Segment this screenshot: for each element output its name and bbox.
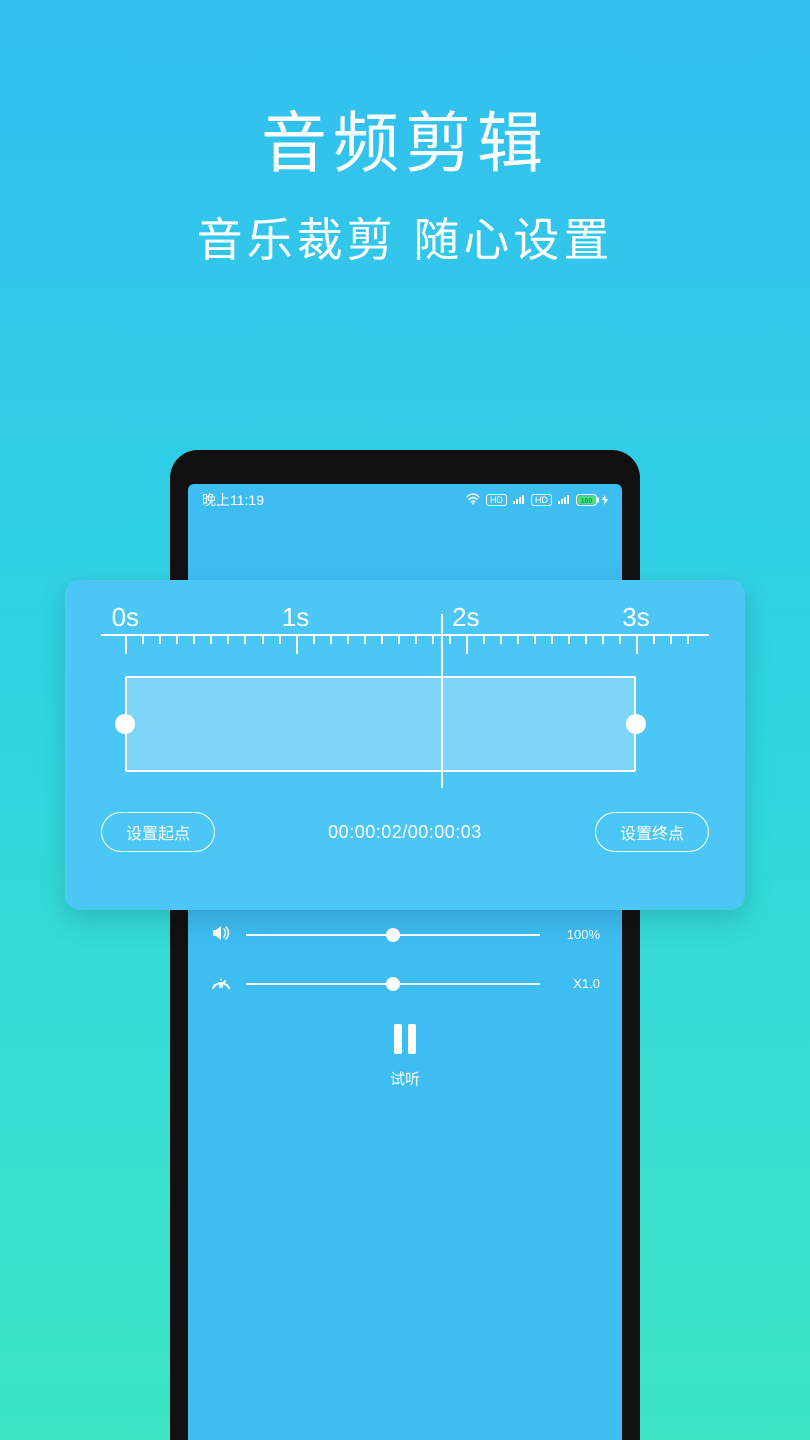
speed-value: X1.0 <box>554 976 600 991</box>
ruler <box>101 634 709 660</box>
wifi-icon <box>466 493 480 508</box>
volume-knob[interactable] <box>386 928 400 942</box>
hd-badge-icon: HD <box>486 494 507 506</box>
speed-icon <box>210 973 232 994</box>
volume-value: 100% <box>554 927 600 942</box>
selection-area[interactable] <box>101 676 709 772</box>
pause-icon[interactable] <box>210 1022 600 1062</box>
ruler-label: 2s <box>452 602 479 633</box>
status-bar: 晚上11:19 HD HD 100 <box>188 484 622 514</box>
volume-track[interactable] <box>246 934 540 936</box>
hero-title: 音频剪辑 <box>0 90 810 186</box>
status-icons: HD HD 100 <box>466 493 608 508</box>
signal-icon <box>513 494 525 507</box>
signal-2-icon <box>558 494 570 507</box>
set-end-button[interactable]: 设置终点 <box>595 812 709 852</box>
volume-icon <box>210 924 232 945</box>
status-time: 晚上11:19 <box>202 490 264 510</box>
svg-text:100: 100 <box>581 498 593 505</box>
ruler-labels: 0s 1s 2s 3s <box>101 602 709 632</box>
ruler-label: 0s <box>112 602 139 633</box>
battery-icon: 100 <box>576 494 608 506</box>
editor-card: 0s 1s 2s 3s 设置起点 00:00:02/00:00:03 设置终点 <box>65 580 745 910</box>
hd-badge-2-icon: HD <box>531 494 552 506</box>
volume-slider[interactable]: 100% <box>210 924 600 945</box>
speed-knob[interactable] <box>386 977 400 991</box>
time-readout: 00:00:02/00:00:03 <box>328 822 482 843</box>
speed-slider[interactable]: X1.0 <box>210 973 600 994</box>
selection-box[interactable] <box>125 676 636 772</box>
editor-controls: 设置起点 00:00:02/00:00:03 设置终点 <box>101 812 709 852</box>
playhead[interactable] <box>441 614 443 788</box>
ruler-label: 1s <box>282 602 309 633</box>
slider-panel: 100% X1.0 试听 <box>188 924 622 1089</box>
selection-end-handle[interactable] <box>626 714 646 734</box>
play-label: 试听 <box>210 1068 600 1089</box>
speed-track[interactable] <box>246 983 540 985</box>
selection-start-handle[interactable] <box>115 714 135 734</box>
hero-subtitle: 音乐裁剪 随心设置 <box>0 204 810 270</box>
play-area: 试听 <box>210 1022 600 1089</box>
set-start-button[interactable]: 设置起点 <box>101 812 215 852</box>
hero: 音频剪辑 音乐裁剪 随心设置 <box>0 0 810 270</box>
ruler-label: 3s <box>622 602 649 633</box>
